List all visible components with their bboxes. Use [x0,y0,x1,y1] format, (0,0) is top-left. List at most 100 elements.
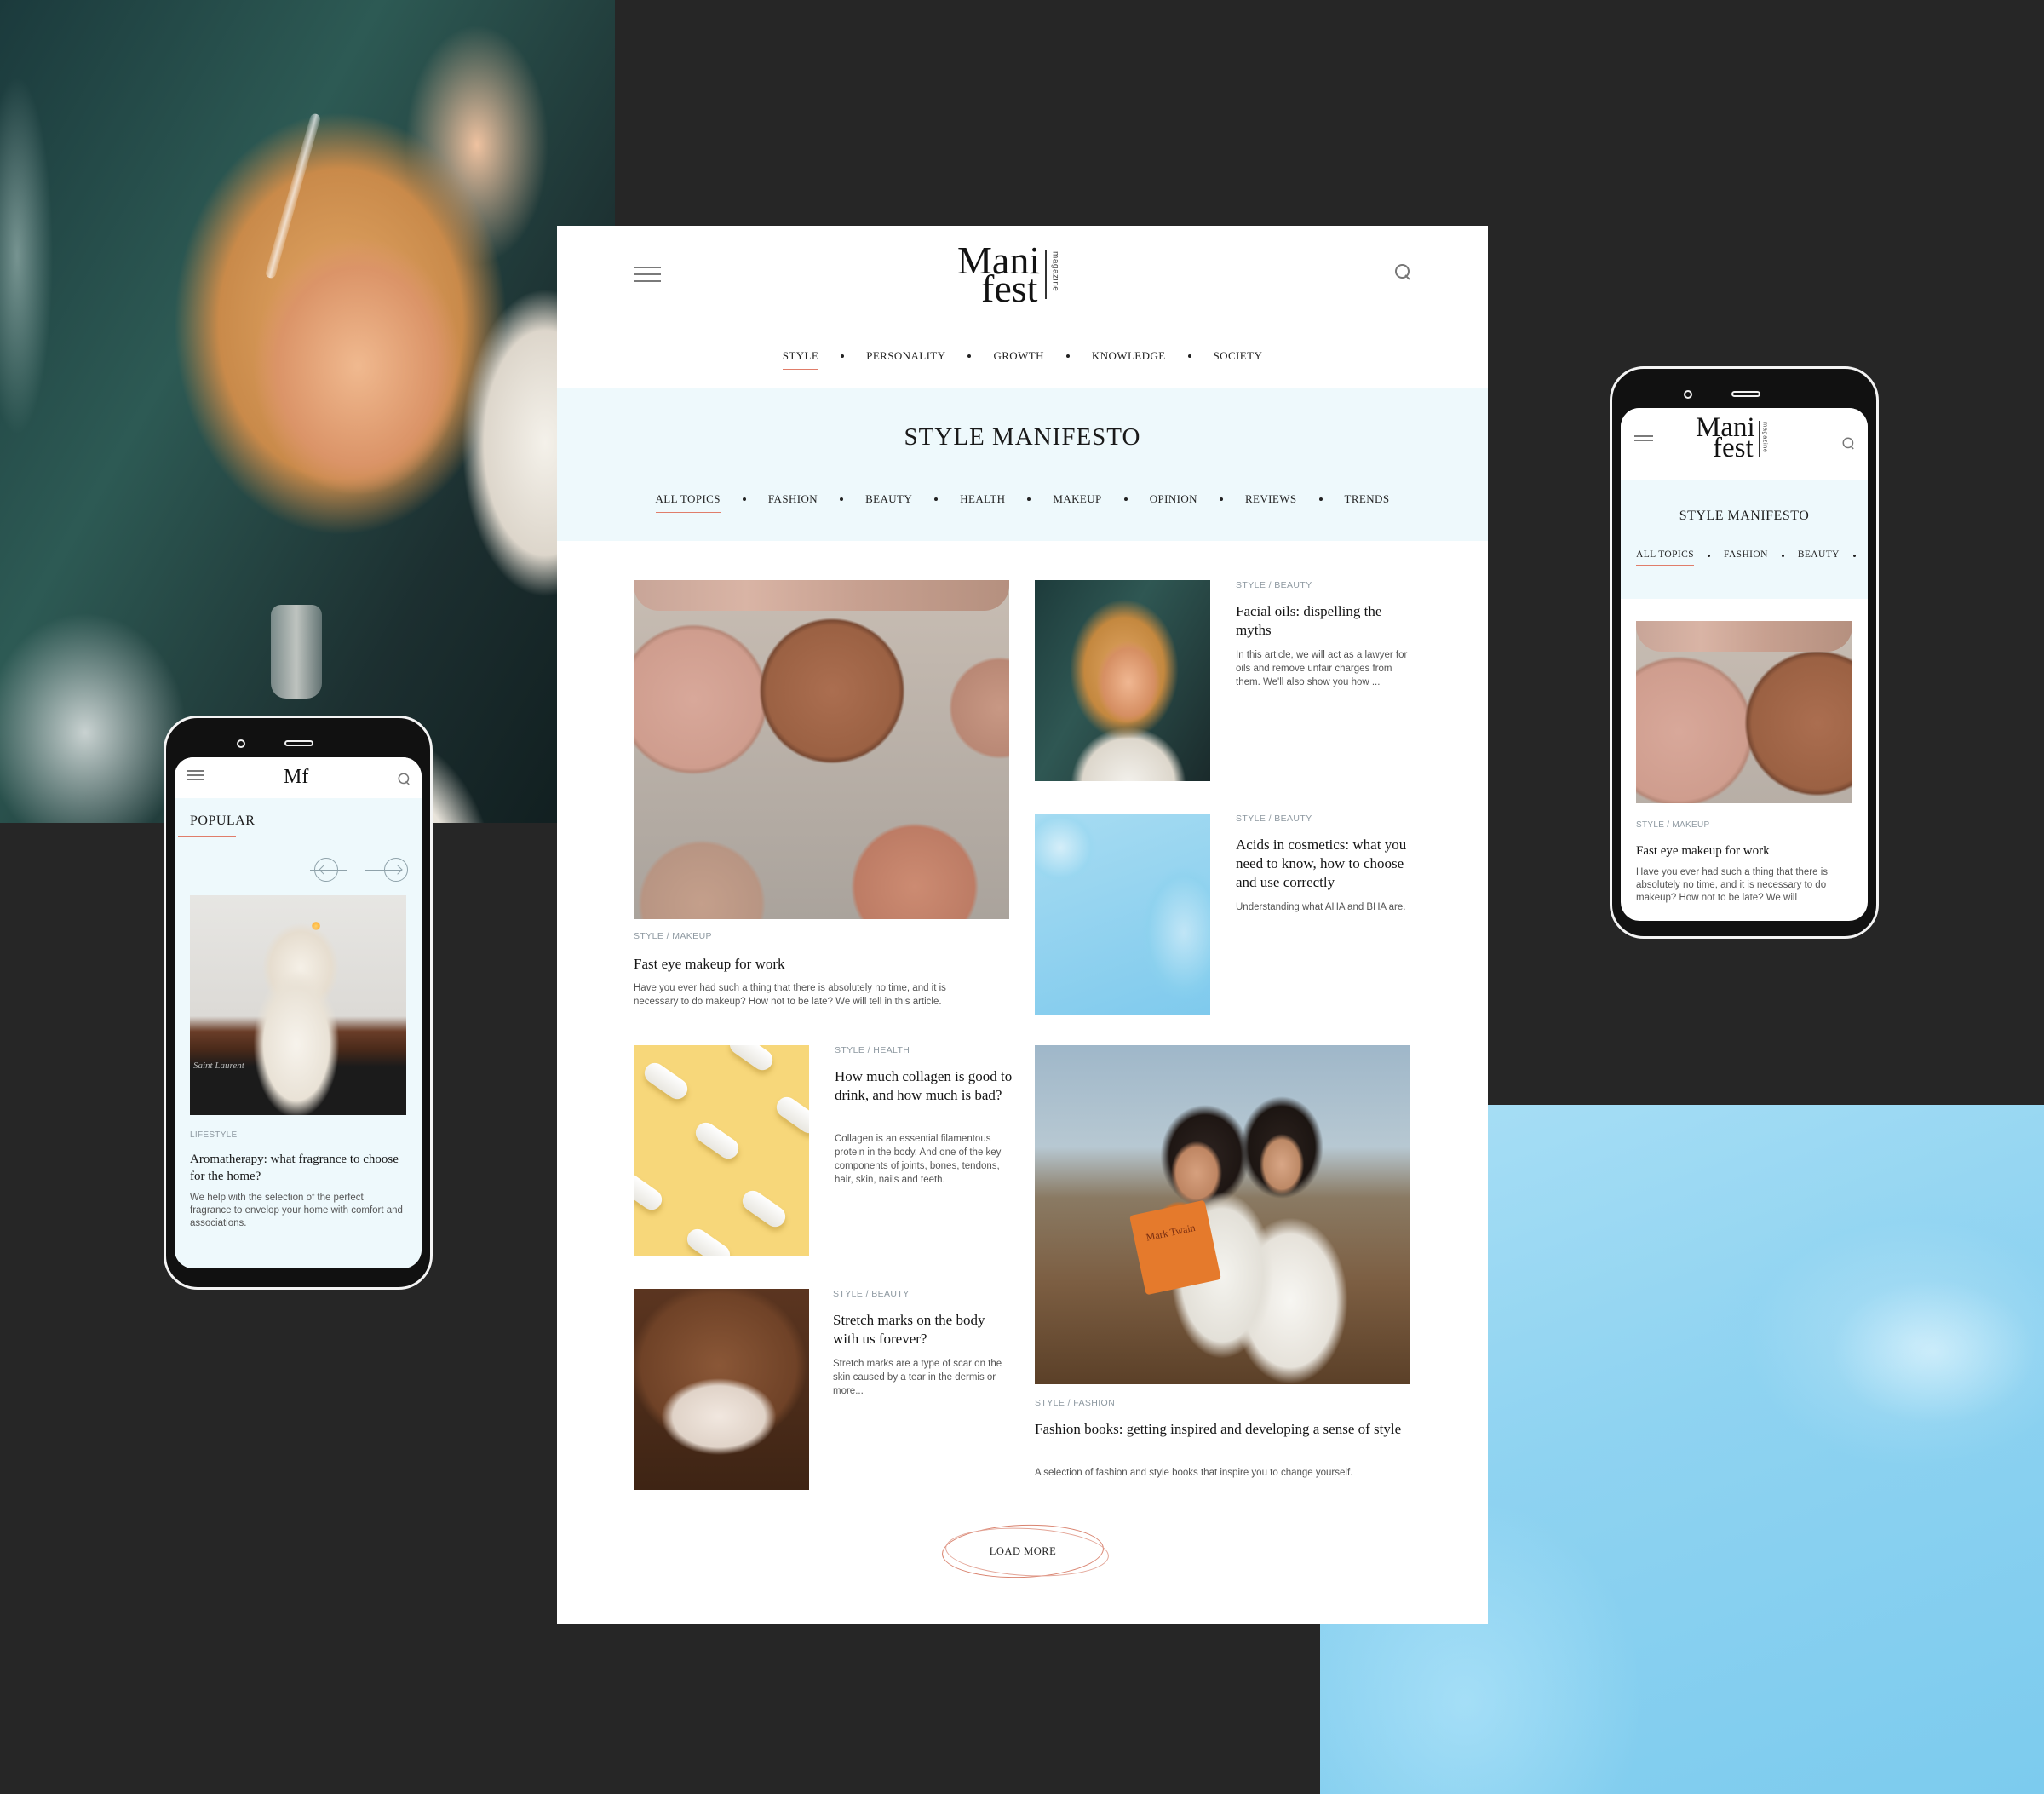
phone-screen: Mani fest magazine STYLE MANIFESTO ALL T… [1621,408,1868,921]
article-title[interactable]: Acids in cosmetics: what you need to kno… [1236,836,1415,892]
main-nav: STYLE PERSONALITY GROWTH KNOWLEDGE SOCIE… [557,349,1488,370]
article-image-eyeshadow-palette[interactable] [634,580,1009,919]
topic-health[interactable]: H [1863,549,1868,560]
hamburger-icon[interactable] [1634,435,1653,446]
search-icon[interactable] [1395,264,1412,281]
site-header: Mani fest magazine STYLE PERSONALITY GRO… [557,226,1488,388]
search-icon[interactable] [1842,437,1856,451]
book-cover: Mark Twain [1129,1199,1221,1296]
hamburger-icon[interactable] [634,267,661,282]
nav-separator [1318,497,1323,501]
section-banner: STYLE MANIFESTO ALL TOPICS FASHION BEAUT… [1621,480,1868,599]
topic-trends[interactable]: TRENDS [1333,492,1402,506]
topic-nav: ALL TOPICS FASHION BEAUTY HEALTH MAKEUP … [557,492,1488,513]
article-image-fashion-books[interactable]: Mark Twain [1035,1045,1410,1384]
search-icon[interactable] [398,773,411,786]
nav-separator [1065,354,1070,358]
article-title[interactable]: Stretch marks on the body with us foreve… [833,1311,1012,1348]
article-category[interactable]: STYLE / BEAUTY [1236,814,1312,824]
phone-mockup-left: Mf POPULAR Saint Laurent LIFESTYLE Aroma… [164,716,433,1290]
topic-reviews[interactable]: REVIEWS [1233,492,1309,506]
article-title[interactable]: Fast eye makeup for work [1636,842,1852,860]
article-image-stretch-marks[interactable] [634,1289,809,1490]
article-title[interactable]: Facial oils: dispelling the myths [1236,602,1415,640]
phone-camera [237,739,245,748]
article-title[interactable]: Fashion books: getting inspired and deve… [1035,1420,1410,1439]
logo-tagline: magazine [1050,251,1060,292]
nav-separator [742,497,746,501]
topic-beauty[interactable]: BEAUTY [853,492,924,506]
heading-underline [178,836,236,837]
topic-fashion[interactable]: FASHION [756,492,830,506]
serum-dropper [264,112,322,279]
nav-separator [1781,555,1784,557]
nav-style[interactable]: STYLE [771,349,830,370]
nav-separator [841,354,845,358]
pill [726,1045,777,1074]
article-excerpt: Have you ever had such a thing that ther… [634,983,946,1007]
nav-society[interactable]: SOCIETY [1202,349,1275,363]
nav-growth[interactable]: GROWTH [981,349,1055,363]
pill [772,1093,809,1137]
phone-header: Mani fest magazine [1621,408,1868,480]
pill [634,1170,666,1214]
topic-health[interactable]: HEALTH [948,492,1017,506]
article-category[interactable]: STYLE / BEAUTY [833,1289,910,1299]
phone-speaker [284,740,313,746]
article-category[interactable]: STYLE / HEALTH [835,1045,910,1055]
pill [738,1187,789,1231]
popular-heading: POPULAR [190,814,256,828]
load-more-button[interactable]: LOAD MORE [942,1525,1104,1578]
arrow-left-icon[interactable] [310,858,347,882]
arrow-right-icon[interactable] [365,858,408,882]
article-excerpt: Collagen is an essential filamentous pro… [835,1134,1002,1185]
nav-separator [1187,354,1191,358]
logo-divider [1758,421,1760,457]
article-title[interactable]: Fast eye makeup for work [634,955,1009,974]
nav-personality[interactable]: PERSONALITY [854,349,957,363]
section-title: STYLE MANIFESTO [1679,509,1810,523]
pill [640,1059,692,1103]
phone-mockup-right: Mani fest magazine STYLE MANIFESTO ALL T… [1610,366,1879,939]
article-category[interactable]: STYLE / MAKEUP [1636,820,1709,830]
article-excerpt: We help with the selection of the perfec… [190,1193,403,1228]
article-category[interactable]: STYLE / BEAUTY [1236,580,1312,590]
article-image-acids-gel[interactable] [1035,814,1210,1015]
topic-makeup[interactable]: MAKEUP [1041,492,1113,506]
article-title[interactable]: Aromatherapy: what fragrance to choose f… [190,1151,406,1185]
topic-opinion[interactable]: OPINION [1138,492,1209,506]
article-image-eyeshadow-palette[interactable] [1636,621,1852,803]
nav-separator [967,354,972,358]
article-title[interactable]: How much collagen is good to drink, and … [835,1067,1013,1105]
nav-knowledge[interactable]: KNOWLEDGE [1080,349,1178,363]
desktop-page: Mani fest magazine STYLE PERSONALITY GRO… [557,226,1488,1624]
nav-separator [1708,555,1711,557]
book-cover-title: Mark Twain [1145,1221,1197,1244]
logo-divider [1045,250,1047,299]
nav-separator [840,497,844,501]
logo-tagline: magazine [1761,422,1770,453]
logo-wordmark: Mani fest [957,239,1041,311]
article-excerpt: Understanding what AHA and BHA are. [1236,902,1406,912]
article-category[interactable]: STYLE / FASHION [1035,1398,1115,1408]
site-logo[interactable]: Mani fest magazine [1696,412,1770,463]
section-banner: STYLE MANIFESTO ALL TOPICS FASHION BEAUT… [557,388,1488,541]
logo-wordmark: Mani fest [1696,412,1755,463]
nav-separator [1123,497,1128,501]
topic-beauty[interactable]: BEAUTY [1791,549,1846,560]
topic-all-topics[interactable]: ALL TOPICS [644,492,732,513]
article-category[interactable]: STYLE / MAKEUP [634,931,712,941]
site-logo[interactable]: Mani fest magazine [957,239,1060,311]
article-image-facial-oils[interactable] [1035,580,1210,781]
hamburger-icon[interactable] [187,770,204,780]
hero-photo-woman-serum [0,0,615,823]
image-caption-text: Saint Laurent [193,1061,244,1071]
article-image-collagen-pills[interactable] [634,1045,809,1256]
article-image-candle[interactable]: Saint Laurent [190,895,406,1115]
article-excerpt: Have you ever had such a thing that ther… [1636,867,1829,903]
pill [692,1118,743,1163]
article-category[interactable]: LIFESTYLE [190,1130,238,1140]
topic-all-topics[interactable]: ALL TOPICS [1629,549,1701,566]
topic-fashion[interactable]: FASHION [1717,549,1775,560]
logo-monogram[interactable]: Mf [284,766,308,789]
